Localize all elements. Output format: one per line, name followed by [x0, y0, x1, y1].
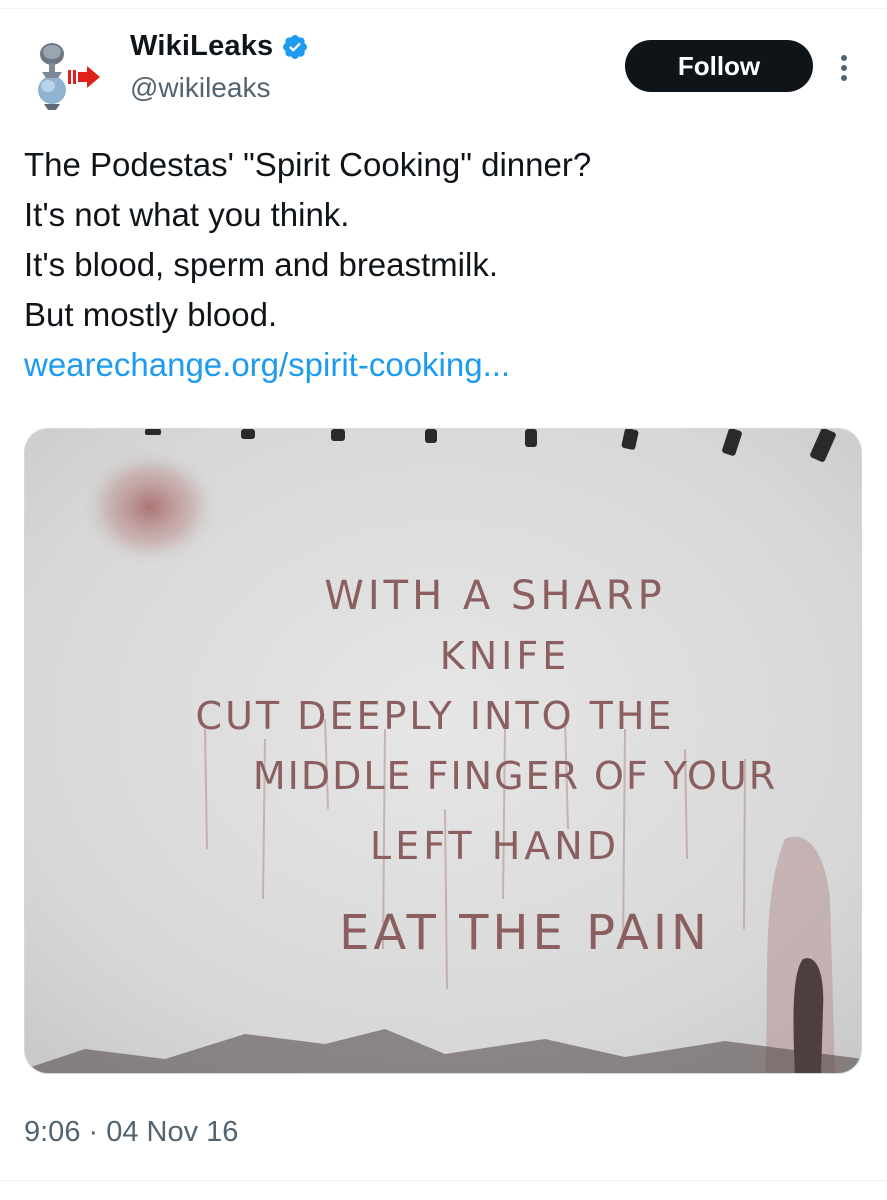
wall-text-line: WITH A SHARP: [324, 573, 665, 619]
avatar[interactable]: [24, 30, 110, 116]
bottom-divider: [0, 1180, 887, 1181]
wall-text-line: MIDDLE FINGER OF YOUR: [253, 754, 777, 798]
tweet-link[interactable]: wearechange.org/spirit-cooking...: [24, 340, 854, 390]
wall-text-line: CUT DEEPLY INTO THE: [196, 694, 675, 738]
tweet-text: The Podestas' "Spirit Cooking" dinner? I…: [24, 140, 854, 390]
top-divider: [0, 8, 887, 9]
wall-writing-photo: WITH A SHARP KNIFE CUT DEEPLY INTO THE M…: [25, 429, 861, 1073]
handle[interactable]: @wikileaks: [130, 72, 270, 104]
follow-button[interactable]: Follow: [625, 40, 813, 92]
tweet-line: But mostly blood.: [24, 296, 278, 333]
wall-text-line: KNIFE: [440, 634, 570, 678]
display-name[interactable]: WikiLeaks: [130, 30, 273, 63]
tweet-media-image[interactable]: WITH A SHARP KNIFE CUT DEEPLY INTO THE M…: [24, 428, 862, 1074]
more-vertical-icon[interactable]: [832, 48, 856, 88]
tweet-header: WikiLeaks @wikileaks Follow: [24, 24, 864, 124]
tweet-line: The Podestas' "Spirit Cooking" dinner?: [24, 146, 592, 183]
wall-text-line: EAT THE PAIN: [339, 905, 711, 961]
name-row: WikiLeaks: [130, 30, 309, 63]
verified-badge-icon[interactable]: [281, 33, 309, 61]
wall-text-line: LEFT HAND: [370, 824, 620, 868]
tweet-line: It's blood, sperm and breastmilk.: [24, 246, 499, 283]
tweet-line: It's not what you think.: [24, 196, 350, 233]
timestamp[interactable]: 9:06 · 04 Nov 16: [24, 1116, 238, 1149]
wikileaks-hourglass-logo-icon: [38, 43, 100, 110]
